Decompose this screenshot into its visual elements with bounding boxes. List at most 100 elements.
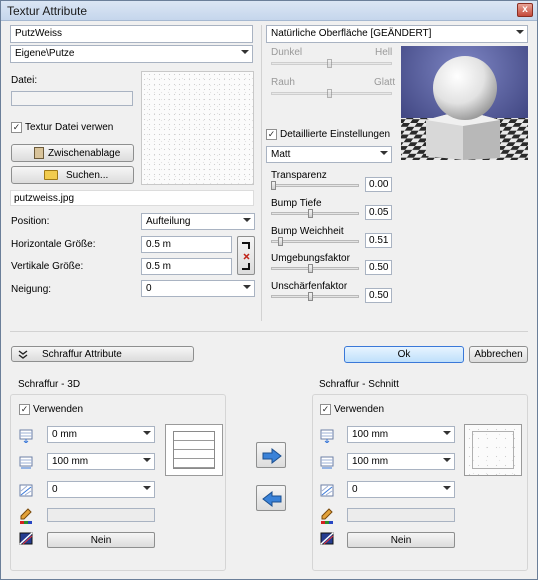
param-slider-thumb[interactable] <box>278 237 283 246</box>
hatch-3d-title: Schraffur - 3D <box>18 379 81 390</box>
texture-preview <box>141 71 254 185</box>
hatch-3d-preview-lines <box>173 431 215 469</box>
param-value-input[interactable]: 0.50 <box>365 260 392 275</box>
close-icon: x <box>522 4 528 15</box>
param-value-input[interactable]: 0.00 <box>365 177 392 192</box>
roughness-slider-thumb[interactable] <box>327 89 332 98</box>
texture-name-input[interactable]: PutzWeiss <box>10 25 253 43</box>
chevron-down-icon <box>516 30 524 34</box>
hatch-3d-angle-value: 0 <box>52 484 58 495</box>
close-button[interactable]: x <box>517 3 533 17</box>
hatch-spacing-icon <box>19 429 33 443</box>
hatch-3d-preview <box>165 424 223 476</box>
position-value: Aufteilung <box>146 216 191 227</box>
param-slider-track[interactable] <box>271 295 359 298</box>
finish-select[interactable]: Matt <box>266 146 392 163</box>
hatch-cut-fill-button[interactable]: Nein <box>347 532 455 548</box>
param-slider-thumb[interactable] <box>271 181 276 190</box>
file-path-field[interactable] <box>11 91 133 106</box>
chain-link-icon <box>242 242 250 270</box>
copy-to-3d-button[interactable] <box>256 485 286 511</box>
filename-display: putzweiss.jpg <box>10 190 254 206</box>
tilt-value: 0 <box>146 283 152 294</box>
hatch-cut-fill-label: Nein <box>390 535 412 546</box>
finish-value: Matt <box>271 149 291 160</box>
param-slider-track[interactable] <box>271 240 359 243</box>
chevron-down-icon <box>241 50 249 54</box>
cancel-button[interactable]: Abbrechen <box>469 346 528 363</box>
chevron-down-icon <box>243 218 251 222</box>
tilt-label: Neigung: <box>11 284 52 295</box>
param-slider-track[interactable] <box>271 184 359 187</box>
section-divider <box>10 331 528 332</box>
hatch-cut-use-checkbox[interactable]: ✓ <box>320 404 331 415</box>
hatch-cut-preview <box>464 424 522 476</box>
folder-icon <box>44 170 58 180</box>
ok-button[interactable]: Ok <box>344 346 464 363</box>
material-preview-3d <box>401 46 528 160</box>
param-slider-track[interactable] <box>271 212 359 215</box>
hatch-cut-title: Schraffur - Schnitt <box>319 379 399 390</box>
tilt-select[interactable]: 0 <box>141 280 255 297</box>
link-sizes-button[interactable] <box>237 236 255 275</box>
hatch-3d-angle-select[interactable]: 0 <box>47 481 155 498</box>
search-file-button-label: Suchen... <box>66 170 109 181</box>
rough-label: Rauh <box>271 77 295 88</box>
clipboard-button[interactable]: Zwischenablage <box>11 144 134 162</box>
brightness-slider-thumb[interactable] <box>327 59 332 68</box>
param-label: Umgebungsfaktor <box>271 253 350 264</box>
param-slider-thumb[interactable] <box>308 264 313 273</box>
chevron-down-icon <box>243 285 251 289</box>
detailed-settings-label: Detaillierte Einstellungen <box>280 129 391 140</box>
arrow-left-icon <box>262 491 282 507</box>
hatch-width-icon <box>19 456 33 469</box>
horizontal-size-input[interactable]: 0.5 m <box>141 236 232 253</box>
param-label: Transparenz <box>271 170 327 181</box>
hatch-3d-fill-label: Nein <box>90 535 112 546</box>
surface-type-select[interactable]: Natürliche Oberfläche [GEÄNDERT] <box>266 25 528 43</box>
hatch-spacing-icon <box>320 429 334 443</box>
texture-category-value: Eigene\Putze <box>15 48 75 59</box>
hatch-3d-color-field[interactable] <box>47 508 155 522</box>
param-slider-thumb[interactable] <box>308 209 313 218</box>
hatch-attributes-label: Schraffur Attribute <box>42 349 122 360</box>
hatch-cut-color-field[interactable] <box>347 508 455 522</box>
hatch-cut-angle-value: 0 <box>352 484 358 495</box>
hatch-cut-width-value: 100 mm <box>352 456 389 467</box>
hatch-attributes-button[interactable]: Schraffur Attribute <box>11 346 194 362</box>
param-label: Bump Weichheit <box>271 226 344 237</box>
hatch-3d-width-select[interactable]: 100 mm <box>47 453 155 470</box>
hatch-cut-spacing-select[interactable]: 100 mm <box>347 426 455 443</box>
chevron-down-icon <box>143 458 151 462</box>
use-texture-file-checkbox[interactable]: ✓ <box>11 122 22 133</box>
hatch-cut-width-select[interactable]: 100 mm <box>347 453 455 470</box>
detailed-settings-checkbox[interactable]: ✓ <box>266 129 277 140</box>
copy-to-cut-button[interactable] <box>256 442 286 468</box>
hatch-cut-angle-select[interactable]: 0 <box>347 481 455 498</box>
chevron-down-icon <box>380 151 388 155</box>
hatch-3d-spacing-select[interactable]: 0 mm <box>47 426 155 443</box>
pen-color-icon <box>20 508 32 524</box>
param-value-input[interactable]: 0.05 <box>365 205 392 220</box>
hatch-3d-fill-button[interactable]: Nein <box>47 532 155 548</box>
panel-divider <box>261 25 262 321</box>
hatch-width-icon <box>320 456 334 469</box>
param-slider-track[interactable] <box>271 267 359 270</box>
hatch-cut-preview-inner <box>472 431 514 469</box>
texture-category-select[interactable]: Eigene\Putze <box>10 45 253 63</box>
param-value-input[interactable]: 0.51 <box>365 233 392 248</box>
vertical-size-label: Vertikale Größe: <box>11 261 84 272</box>
search-file-button[interactable]: Suchen... <box>11 166 134 184</box>
surface-type-value: Natürliche Oberfläche [GEÄNDERT] <box>271 28 432 39</box>
param-value-input[interactable]: 0.50 <box>365 288 392 303</box>
hatch-cut-spacing-value: 100 mm <box>352 429 389 440</box>
hatch-3d-use-checkbox[interactable]: ✓ <box>19 404 30 415</box>
position-select[interactable]: Aufteilung <box>141 213 255 230</box>
param-slider-thumb[interactable] <box>308 292 313 301</box>
pen-color-icon <box>321 508 333 524</box>
fill-pattern-icon <box>320 532 334 545</box>
chevron-down-icon <box>143 431 151 435</box>
vertical-size-input[interactable]: 0.5 m <box>141 258 232 275</box>
hatch-angle-icon <box>19 484 33 497</box>
bright-label: Hell <box>375 47 393 58</box>
